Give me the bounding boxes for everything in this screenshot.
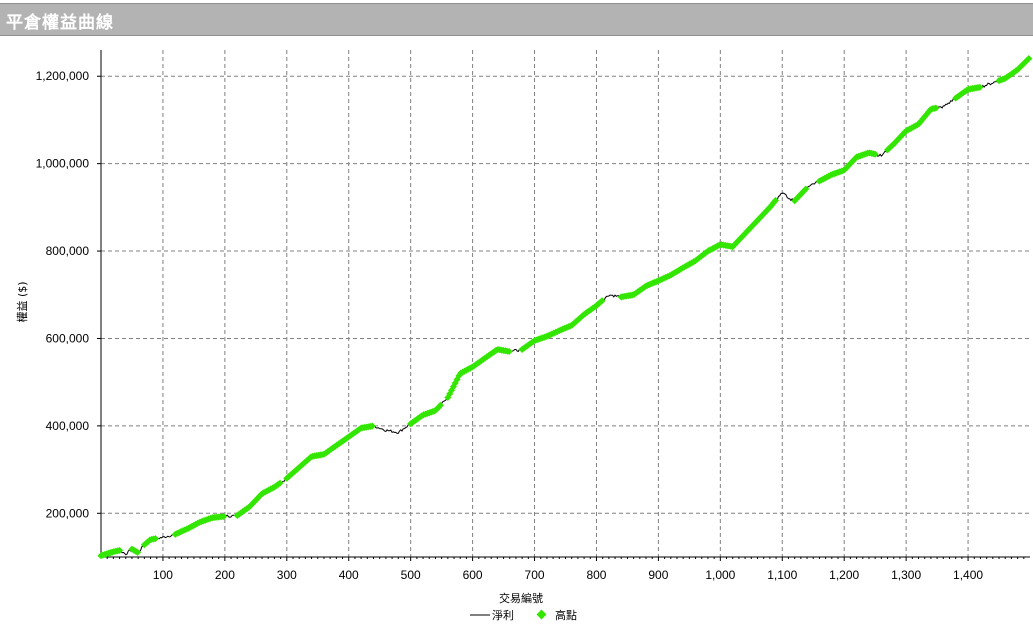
x-tick-label: 600 [463,568,483,582]
x-tick-label: 200 [215,568,235,582]
x-tick-label: 1,100 [767,568,797,582]
x-tick-label: 700 [525,568,545,582]
x-tick-label: 100 [153,568,173,582]
x-tick-label: 400 [339,568,359,582]
x-tick-label: 1,200 [829,568,859,582]
tick-labels: 100 200 300 400 500 600 700 800 900 1,000 1,100 1,2… [36,69,984,582]
x-tick-label: 900 [648,568,668,582]
legend: 淨利 高點 [470,608,577,622]
series-line-netprofit [100,55,1031,557]
axes [97,50,1030,561]
legend-label-highs: 高點 [555,608,577,622]
series [97,55,1033,560]
y-tick-label: 800,000 [46,244,90,258]
y-tick-label: 1,000,000 [36,157,90,171]
y-axis-title: 權益 ($) [15,281,29,322]
legend-label-netprofit: 淨利 [492,609,514,622]
legend-marker-swatch [536,609,547,620]
equity-chart: 100 200 300 400 500 600 700 800 900 1,000 1,100 1,2… [15,50,1033,622]
x-tick-label: 1,400 [953,568,983,582]
x-tick-label: 1,300 [891,568,921,582]
x-tick-label: 500 [401,568,421,582]
y-tick-label: 400,000 [46,419,90,433]
y-tick-label: 600,000 [46,331,90,345]
grid [101,50,1030,557]
x-tick-label: 800 [586,568,606,582]
x-tick-label: 300 [277,568,297,582]
y-tick-label: 200,000 [46,506,90,520]
x-tick-label: 1,000 [705,568,735,582]
x-axis-title: 交易編號 [499,591,543,605]
y-tick-label: 1,200,000 [36,69,90,83]
